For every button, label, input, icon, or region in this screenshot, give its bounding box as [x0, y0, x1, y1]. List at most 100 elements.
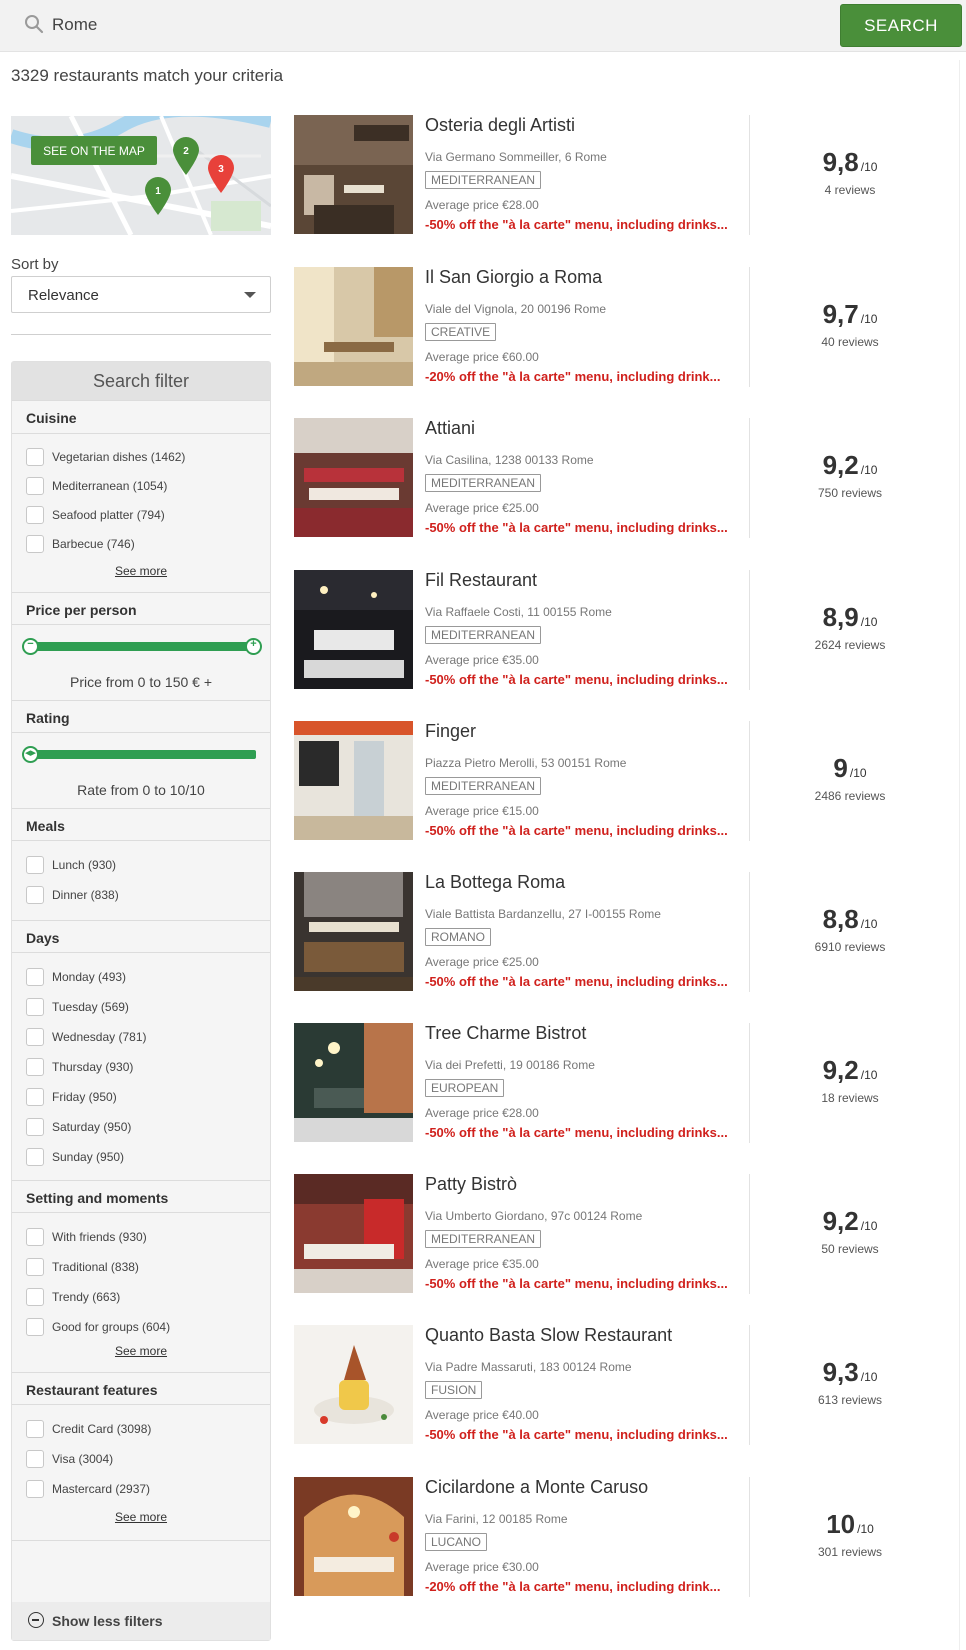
review-count: 613 reviews — [817, 1393, 883, 1407]
price-slider-track[interactable] — [30, 642, 256, 651]
price-range-text: Price from 0 to 150 € + — [69, 674, 213, 690]
map-preview[interactable]: SEE ON THE MAP 1 2 3 — [11, 116, 271, 235]
restaurant-card[interactable]: Patty Bistrò Via Umberto Giordano, 97c 0… — [294, 1174, 934, 1294]
map-pin-icon[interactable]: 3 — [206, 154, 236, 194]
setting-see-more-link[interactable]: See more — [12, 1344, 270, 1358]
average-price: Average price €15.00 — [425, 804, 539, 818]
checkbox[interactable] — [26, 1028, 44, 1046]
restaurant-name[interactable]: Il San Giorgio a Roma — [425, 267, 602, 288]
price-min-handle[interactable]: − — [22, 638, 39, 655]
restaurant-name[interactable]: Fil Restaurant — [425, 570, 537, 591]
option-label: Good for groups (604) — [52, 1320, 171, 1334]
cuisine-tag: MEDITERRANEAN — [425, 474, 542, 492]
restaurant-photo[interactable] — [294, 267, 413, 386]
features-see-more-link[interactable]: See more — [12, 1510, 270, 1524]
restaurant-photo[interactable] — [294, 115, 413, 234]
divider — [12, 1212, 270, 1213]
restaurant-name[interactable]: Osteria degli Artisti — [425, 115, 575, 136]
divider — [959, 60, 960, 1650]
checkbox[interactable] — [26, 998, 44, 1016]
offer-text: -20% off the "à la carte" menu, includin… — [425, 1579, 721, 1594]
restaurant-card[interactable]: Osteria degli Artisti Via Germano Sommei… — [294, 115, 934, 235]
restaurant-photo[interactable] — [294, 1477, 413, 1596]
checkbox[interactable] — [26, 506, 44, 524]
checkbox[interactable] — [26, 1118, 44, 1136]
checkbox[interactable] — [26, 1450, 44, 1468]
score-value: 9,2 — [822, 1206, 859, 1236]
map-pin-icon[interactable]: 1 — [143, 176, 173, 216]
search-button[interactable]: SEARCH — [840, 4, 962, 47]
checkbox[interactable] — [26, 886, 44, 904]
restaurant-name[interactable]: Cicilardone a Monte Caruso — [425, 1477, 648, 1498]
review-count: 750 reviews — [817, 486, 883, 500]
restaurant-photo[interactable] — [294, 570, 413, 689]
offer-text: -50% off the "à la carte" menu, includin… — [425, 823, 728, 838]
checkbox[interactable] — [26, 1228, 44, 1246]
option-label: Visa (3004) — [52, 1452, 114, 1466]
option-label: Monday (493) — [52, 970, 127, 984]
checkbox[interactable] — [26, 1088, 44, 1106]
restaurant-photo[interactable] — [294, 418, 413, 537]
checkbox[interactable] — [26, 1148, 44, 1166]
restaurant-card[interactable]: Quanto Basta Slow Restaurant Via Padre M… — [294, 1325, 934, 1445]
minus-circle-icon — [28, 1612, 44, 1628]
price-max-handle[interactable]: + — [245, 638, 262, 655]
checkbox[interactable] — [26, 535, 44, 553]
divider — [12, 840, 270, 841]
restaurant-card[interactable]: Il San Giorgio a Roma Viale del Vignola,… — [294, 267, 934, 387]
divider — [12, 592, 270, 593]
checkbox[interactable] — [26, 448, 44, 466]
option-label: Traditional (838) — [52, 1260, 139, 1274]
restaurant-card[interactable]: Attiani Via Casilina, 1238 00133 Rome ME… — [294, 418, 934, 538]
restaurant-photo[interactable] — [294, 1174, 413, 1293]
see-on-map-button[interactable]: SEE ON THE MAP — [31, 136, 157, 165]
rating-score: 9/10 — [750, 753, 950, 784]
map-pin-icon[interactable]: 2 — [171, 136, 201, 176]
rating-score: 8,8/10 — [750, 904, 950, 935]
restaurant-name[interactable]: Patty Bistrò — [425, 1174, 517, 1195]
restaurant-card[interactable]: La Bottega Roma Viale Battista Bardanzel… — [294, 872, 934, 992]
option-label: Lunch (930) — [52, 858, 117, 872]
restaurant-photo[interactable] — [294, 1325, 413, 1444]
checkbox[interactable] — [26, 856, 44, 874]
checkbox[interactable] — [26, 1288, 44, 1306]
restaurant-address: Piazza Pietro Merolli, 53 00151 Rome — [425, 756, 627, 770]
restaurant-address: Via Germano Sommeiller, 6 Rome — [425, 150, 607, 164]
restaurant-name[interactable]: Tree Charme Bistrot — [425, 1023, 586, 1044]
option-label: With friends (930) — [52, 1230, 147, 1244]
restaurant-name[interactable]: Finger — [425, 721, 476, 742]
restaurant-name[interactable]: Attiani — [425, 418, 475, 439]
restaurant-card[interactable]: Fil Restaurant Via Raffaele Costi, 11 00… — [294, 570, 934, 690]
option-label: Trendy (663) — [52, 1290, 121, 1304]
restaurant-photo[interactable] — [294, 1023, 413, 1142]
offer-text: -50% off the "à la carte" menu, includin… — [425, 1427, 728, 1442]
checkbox[interactable] — [26, 1258, 44, 1276]
restaurant-name[interactable]: La Bottega Roma — [425, 872, 565, 893]
checkbox[interactable] — [26, 968, 44, 986]
score-denominator: /10 — [860, 160, 878, 174]
restaurant-card[interactable]: Tree Charme Bistrot Via dei Prefetti, 19… — [294, 1023, 934, 1143]
average-price: Average price €40.00 — [425, 1408, 539, 1422]
checkbox[interactable] — [26, 477, 44, 495]
divider — [12, 952, 270, 953]
restaurant-card[interactable]: Cicilardone a Monte Caruso Via Farini, 1… — [294, 1477, 934, 1597]
checkbox[interactable] — [26, 1480, 44, 1498]
restaurant-card[interactable]: Finger Piazza Pietro Merolli, 53 00151 R… — [294, 721, 934, 841]
offer-text: -50% off the "à la carte" menu, includin… — [425, 1125, 728, 1140]
sort-label: Sort by — [11, 256, 59, 273]
restaurant-name[interactable]: Quanto Basta Slow Restaurant — [425, 1325, 672, 1346]
search-input[interactable] — [52, 10, 812, 40]
show-less-filters-button[interactable]: Show less filters — [12, 1602, 270, 1640]
restaurant-photo[interactable] — [294, 721, 413, 840]
rating-handle[interactable]: ◂▸ — [22, 746, 39, 763]
checkbox[interactable] — [26, 1318, 44, 1336]
checkbox[interactable] — [26, 1058, 44, 1076]
sort-dropdown[interactable]: Relevance — [11, 276, 271, 313]
divider — [12, 1180, 270, 1181]
restaurant-photo[interactable] — [294, 872, 413, 991]
rating-slider-track[interactable] — [30, 750, 256, 759]
score-denominator: /10 — [849, 766, 867, 780]
divider — [12, 624, 270, 625]
checkbox[interactable] — [26, 1420, 44, 1438]
cuisine-see-more-link[interactable]: See more — [12, 564, 270, 578]
